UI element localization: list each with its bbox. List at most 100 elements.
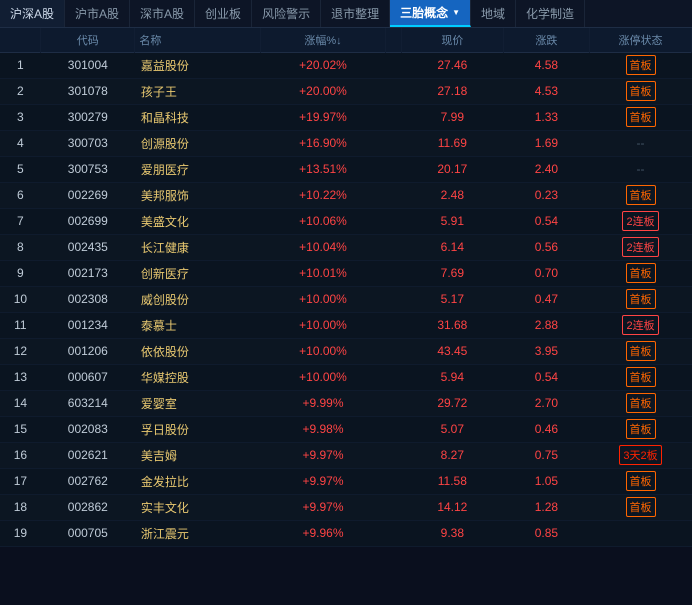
nav-tab-4[interactable]: 风险警示 xyxy=(252,0,321,27)
limit-status: 首板 xyxy=(590,78,692,104)
change-pct: +9.98% xyxy=(260,416,385,442)
stock-code: 002762 xyxy=(41,468,135,494)
limit-status: 3天2板 xyxy=(590,442,692,468)
stock-code: 000705 xyxy=(41,520,135,546)
stock-name: 威创股份 xyxy=(135,286,260,312)
table-row[interactable]: 14603214爱婴室+9.99%29.722.70首板 xyxy=(0,390,692,416)
stock-name: 长江健康 xyxy=(135,234,260,260)
stock-code: 002308 xyxy=(41,286,135,312)
stock-code: 002269 xyxy=(41,182,135,208)
limit-status: -- xyxy=(590,130,692,156)
stock-price: 31.68 xyxy=(401,312,503,338)
row-num: 8 xyxy=(0,234,41,260)
spacer xyxy=(386,208,402,234)
row-num: 3 xyxy=(0,104,41,130)
row-num: 1 xyxy=(0,52,41,78)
spacer xyxy=(386,468,402,494)
table-row[interactable]: 19000705浙江震元+9.96%9.380.85 xyxy=(0,520,692,546)
price-diff: 0.54 xyxy=(503,208,589,234)
nav-tab-2[interactable]: 深市A股 xyxy=(130,0,195,27)
row-num: 7 xyxy=(0,208,41,234)
limit-status: 首板 xyxy=(590,468,692,494)
table-row[interactable]: 2301078孩子王+20.00%27.184.53首板 xyxy=(0,78,692,104)
change-pct: +10.01% xyxy=(260,260,385,286)
change-pct: +9.99% xyxy=(260,390,385,416)
change-pct: +20.02% xyxy=(260,52,385,78)
nav-tab-0[interactable]: 沪深A股 xyxy=(0,0,65,27)
table-row[interactable]: 6002269美邦服饰+10.22%2.480.23首板 xyxy=(0,182,692,208)
stock-price: 27.18 xyxy=(401,78,503,104)
stock-name: 美邦服饰 xyxy=(135,182,260,208)
table-row[interactable]: 12001206依依股份+10.00%43.453.95首板 xyxy=(0,338,692,364)
stock-price: 5.91 xyxy=(401,208,503,234)
change-pct: +9.97% xyxy=(260,494,385,520)
nav-tab-8[interactable]: 化学制造 xyxy=(516,0,585,27)
stock-name: 孩子王 xyxy=(135,78,260,104)
stock-price: 29.72 xyxy=(401,390,503,416)
stock-price: 11.69 xyxy=(401,130,503,156)
table-row[interactable]: 1301004嘉益股份+20.02%27.464.58首板 xyxy=(0,52,692,78)
stock-code: 002621 xyxy=(41,442,135,468)
table-row[interactable]: 5300753爱朋医疗+13.51%20.172.40-- xyxy=(0,156,692,182)
change-pct: +16.90% xyxy=(260,130,385,156)
table-row[interactable]: 13000607华媒控股+10.00%5.940.54首板 xyxy=(0,364,692,390)
table-row[interactable]: 15002083孚日股份+9.98%5.070.46首板 xyxy=(0,416,692,442)
price-diff: 0.70 xyxy=(503,260,589,286)
spacer xyxy=(386,182,402,208)
spacer xyxy=(386,390,402,416)
stock-price: 6.14 xyxy=(401,234,503,260)
stock-price: 2.48 xyxy=(401,182,503,208)
nav-tab-7[interactable]: 地域 xyxy=(471,0,516,27)
col-header-0 xyxy=(0,28,41,52)
spacer xyxy=(386,286,402,312)
table-row[interactable]: 16002621美吉姆+9.97%8.270.753天2板 xyxy=(0,442,692,468)
limit-status: 首板 xyxy=(590,364,692,390)
stock-price: 7.99 xyxy=(401,104,503,130)
col-header-3: 涨幅%↓ xyxy=(260,28,385,52)
table-row[interactable]: 18002862实丰文化+9.97%14.121.28首板 xyxy=(0,494,692,520)
row-num: 15 xyxy=(0,416,41,442)
nav-tab-3[interactable]: 创业板 xyxy=(195,0,252,27)
table-row[interactable]: 9002173创新医疗+10.01%7.690.70首板 xyxy=(0,260,692,286)
stock-code: 001234 xyxy=(41,312,135,338)
row-num: 11 xyxy=(0,312,41,338)
price-diff: 0.47 xyxy=(503,286,589,312)
limit-status: 首板 xyxy=(590,52,692,78)
table-row[interactable]: 17002762金发拉比+9.97%11.581.05首板 xyxy=(0,468,692,494)
price-diff: 0.46 xyxy=(503,416,589,442)
stock-name: 和晶科技 xyxy=(135,104,260,130)
price-diff: 0.75 xyxy=(503,442,589,468)
change-pct: +10.00% xyxy=(260,312,385,338)
spacer xyxy=(386,234,402,260)
nav-tab-1[interactable]: 沪市A股 xyxy=(65,0,130,27)
table-row[interactable]: 4300703创源股份+16.90%11.691.69-- xyxy=(0,130,692,156)
stock-price: 43.45 xyxy=(401,338,503,364)
change-pct: +19.97% xyxy=(260,104,385,130)
nav-tab-5[interactable]: 退市整理 xyxy=(321,0,390,27)
table-row[interactable]: 7002699美盛文化+10.06%5.910.542连板 xyxy=(0,208,692,234)
stock-price: 14.12 xyxy=(401,494,503,520)
spacer xyxy=(386,494,402,520)
table-row[interactable]: 8002435长江健康+10.04%6.140.562连板 xyxy=(0,234,692,260)
row-num: 2 xyxy=(0,78,41,104)
table-row[interactable]: 10002308威创股份+10.00%5.170.47首板 xyxy=(0,286,692,312)
row-num: 10 xyxy=(0,286,41,312)
spacer xyxy=(386,52,402,78)
table-row[interactable]: 3300279和晶科技+19.97%7.991.33首板 xyxy=(0,104,692,130)
table-row[interactable]: 11001234泰慕士+10.00%31.682.882连板 xyxy=(0,312,692,338)
nav-tab-6[interactable]: 三胎概念 xyxy=(390,0,471,27)
stock-code: 301004 xyxy=(41,52,135,78)
limit-status: 2连板 xyxy=(590,234,692,260)
price-diff: 2.70 xyxy=(503,390,589,416)
row-num: 14 xyxy=(0,390,41,416)
price-diff: 3.95 xyxy=(503,338,589,364)
spacer xyxy=(386,364,402,390)
stock-code: 300703 xyxy=(41,130,135,156)
col-header-6: 涨跌 xyxy=(503,28,589,52)
change-pct: +9.97% xyxy=(260,442,385,468)
row-num: 19 xyxy=(0,520,41,546)
col-header-7: 涨停状态 xyxy=(590,28,692,52)
price-diff: 0.23 xyxy=(503,182,589,208)
limit-status: 2连板 xyxy=(590,312,692,338)
top-nav: 沪深A股沪市A股深市A股创业板风险警示退市整理三胎概念地域化学制造 xyxy=(0,0,692,28)
